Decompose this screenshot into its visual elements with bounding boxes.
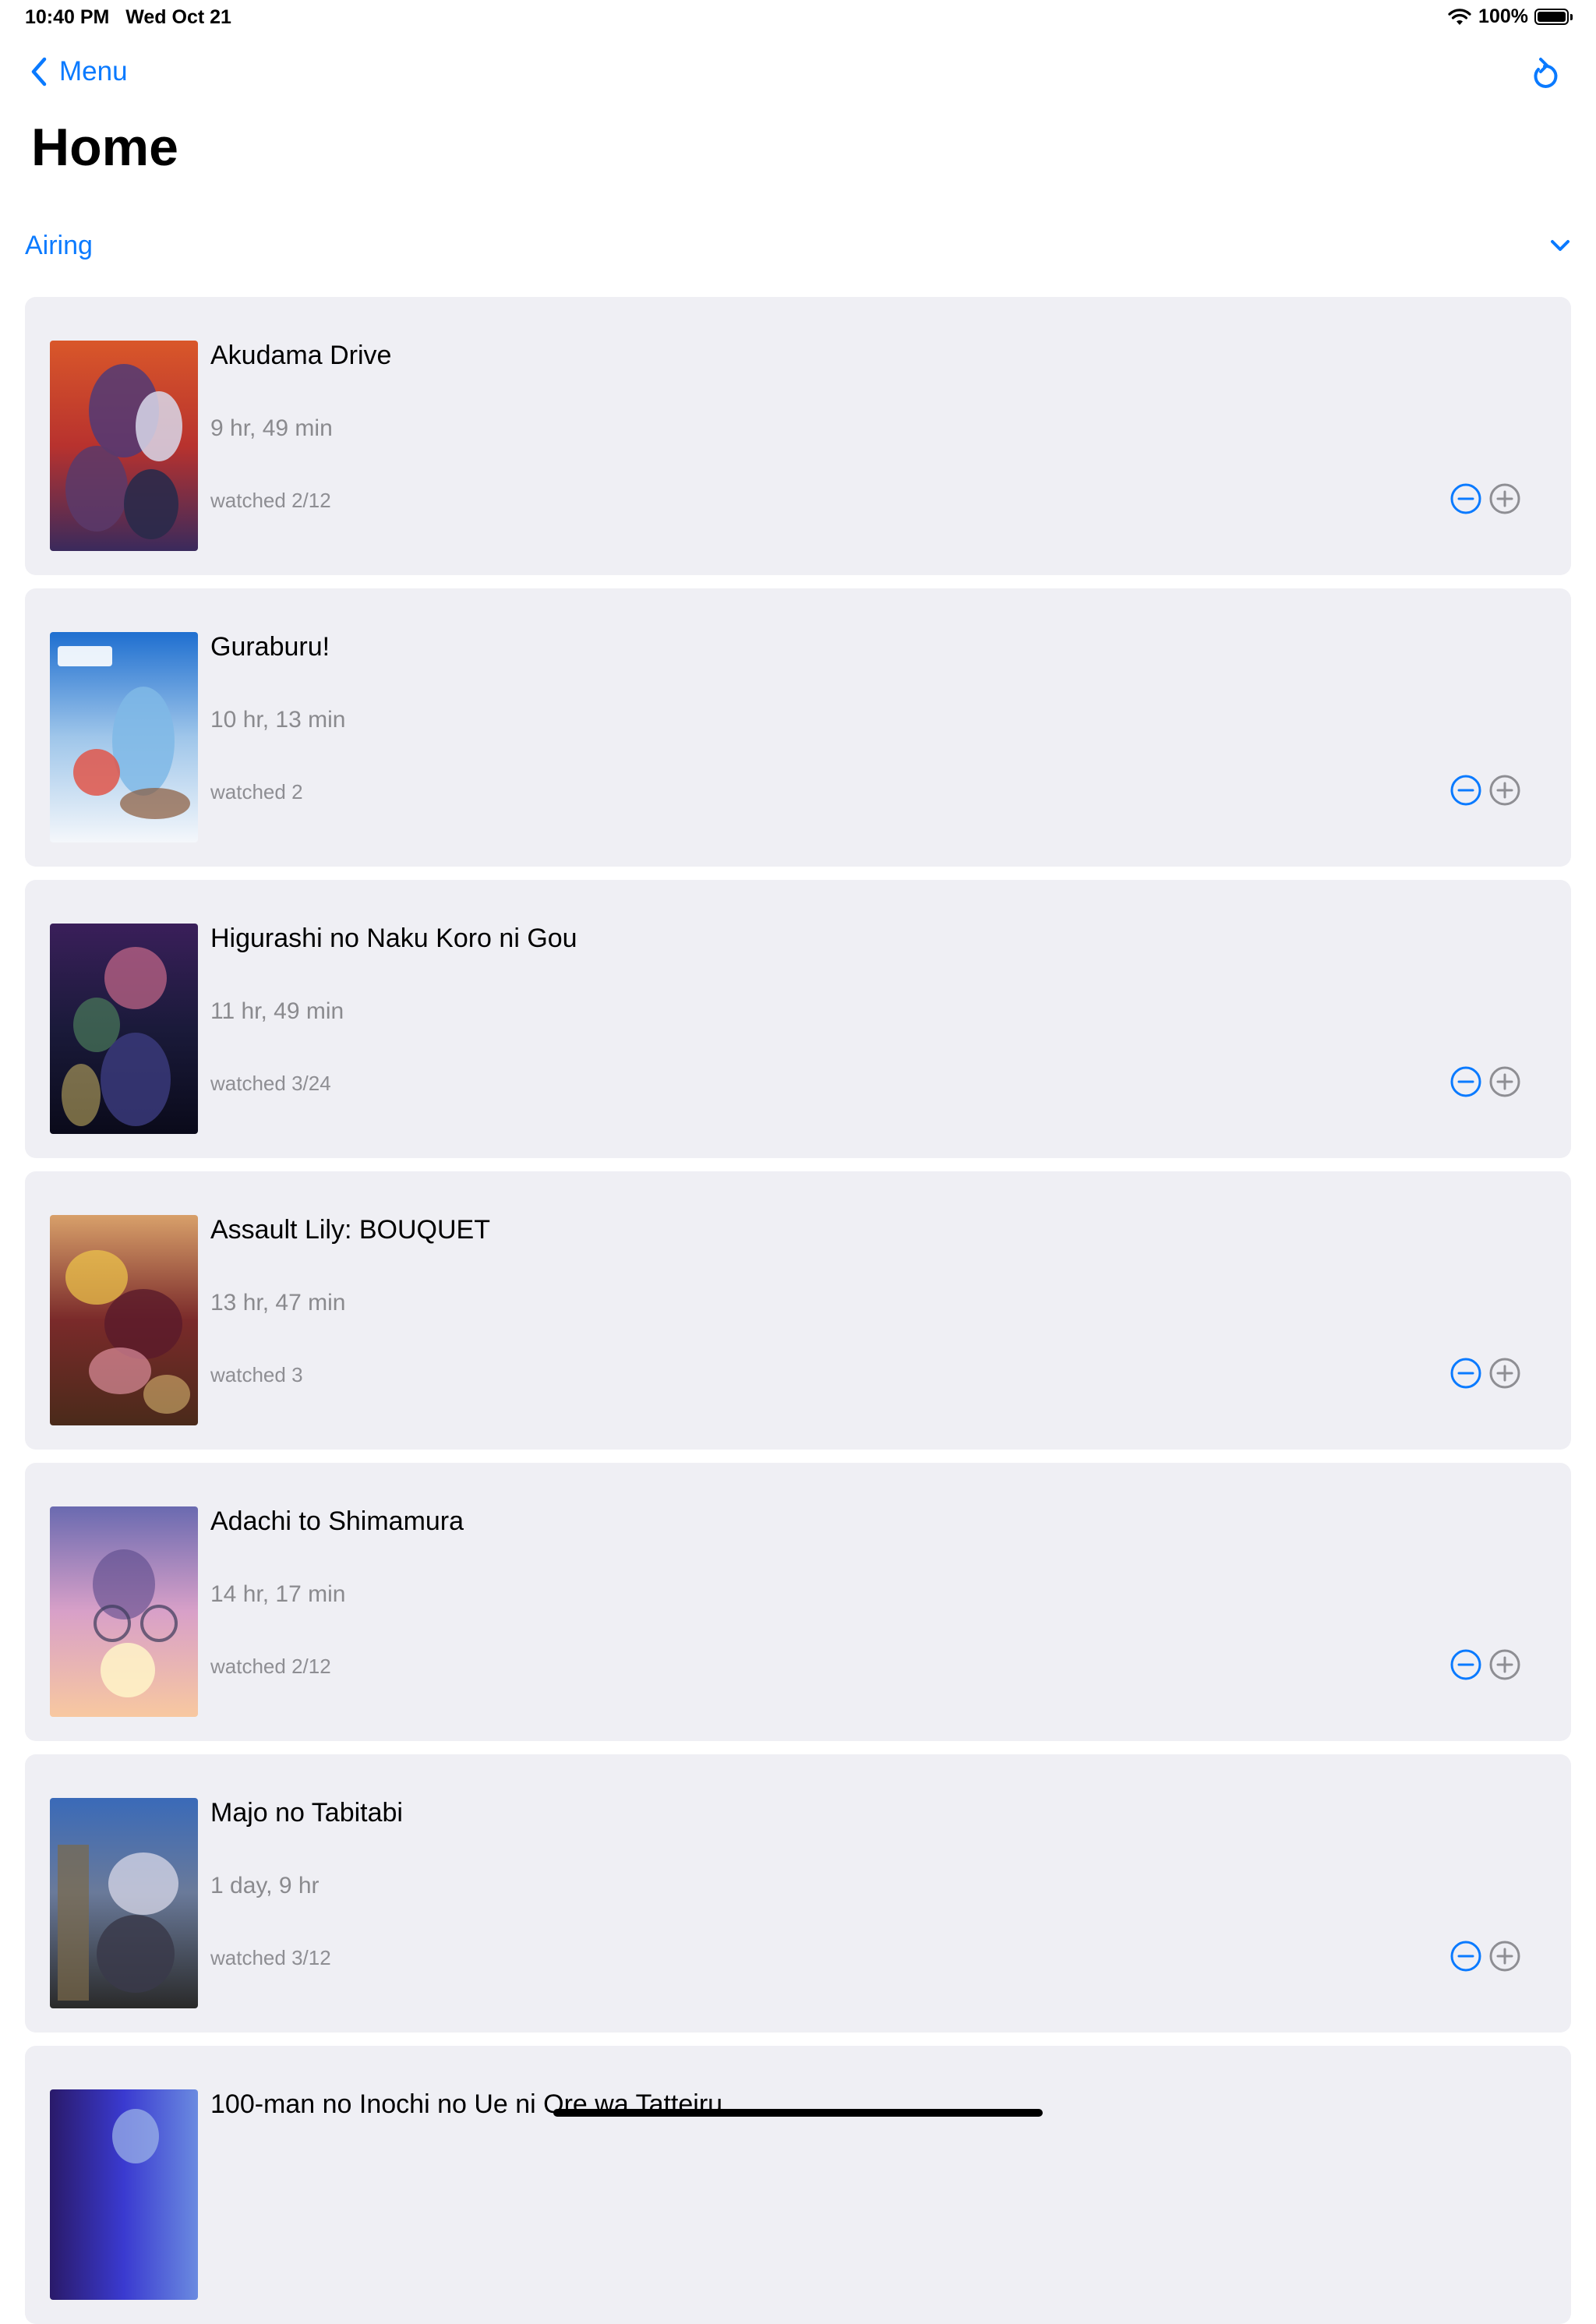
show-card[interactable]: Guraburu! 10 hr, 13 min watched 2 — [25, 588, 1571, 867]
show-time-left: 13 hr, 47 min — [210, 1290, 346, 1316]
show-time-left: 14 hr, 17 min — [210, 1581, 346, 1607]
chevron-left-icon — [31, 57, 47, 87]
show-poster — [50, 1506, 198, 1717]
status-bar: 10:40 PM Wed Oct 21 100% — [0, 0, 1596, 37]
battery-icon — [1534, 9, 1569, 25]
plus-circle-icon[interactable] — [1488, 1940, 1521, 1973]
section-label: Airing — [25, 230, 93, 260]
minus-circle-icon[interactable] — [1449, 1357, 1482, 1390]
show-title: Guraburu! — [210, 632, 330, 662]
show-watched: watched 2/12 — [210, 1655, 331, 1678]
battery-percent: 100% — [1478, 5, 1528, 27]
show-title: Assault Lily: BOUQUET — [210, 1215, 490, 1245]
show-title: Akudama Drive — [210, 341, 392, 370]
plus-circle-icon[interactable] — [1488, 482, 1521, 515]
show-poster — [50, 1798, 198, 2008]
show-watched: watched 2 — [210, 780, 303, 804]
show-card[interactable]: Adachi to Shimamura 14 hr, 17 min watche… — [25, 1463, 1571, 1741]
plus-circle-icon[interactable] — [1488, 1648, 1521, 1681]
episode-stepper — [1449, 1357, 1521, 1390]
episode-stepper — [1449, 1065, 1521, 1098]
status-time: 10:40 PM Wed Oct 21 — [25, 6, 231, 29]
show-time-left: 11 hr, 49 min — [210, 998, 344, 1024]
episode-stepper — [1449, 482, 1521, 515]
show-card[interactable]: Higurashi no Naku Koro ni Gou 11 hr, 49 … — [25, 880, 1571, 1158]
show-poster — [50, 2089, 198, 2300]
minus-circle-icon[interactable] — [1449, 1648, 1482, 1681]
minus-circle-icon[interactable] — [1449, 1940, 1482, 1973]
status-date: Wed Oct 21 — [125, 6, 231, 28]
show-poster — [50, 1215, 198, 1425]
minus-circle-icon[interactable] — [1449, 482, 1482, 515]
show-card[interactable]: Assault Lily: BOUQUET 13 hr, 47 min watc… — [25, 1171, 1571, 1450]
wifi-icon — [1448, 8, 1471, 25]
show-watched: watched 3/12 — [210, 1946, 331, 1969]
episode-stepper — [1449, 1648, 1521, 1681]
show-title: Majo no Tabitabi — [210, 1798, 403, 1828]
show-time-left: 1 day, 9 hr — [210, 1873, 320, 1898]
episode-stepper — [1449, 774, 1521, 807]
home-indicator[interactable] — [553, 2109, 1043, 2117]
refresh-icon — [1534, 58, 1558, 88]
plus-circle-icon[interactable] — [1488, 1065, 1521, 1098]
show-poster — [50, 632, 198, 842]
episode-stepper — [1449, 1940, 1521, 1973]
battery-fill — [1538, 12, 1566, 22]
show-card[interactable]: Majo no Tabitabi 1 day, 9 hr watched 3/1… — [25, 1754, 1571, 2033]
back-button[interactable]: Menu — [30, 56, 128, 87]
minus-circle-icon[interactable] — [1449, 774, 1482, 807]
page-title: Home — [31, 118, 178, 177]
plus-circle-icon[interactable] — [1488, 774, 1521, 807]
show-title: Adachi to Shimamura — [210, 1506, 464, 1536]
plus-circle-icon[interactable] — [1488, 1357, 1521, 1390]
chevron-down-icon — [1551, 240, 1570, 251]
show-watched: watched 3/24 — [210, 1072, 331, 1095]
show-watched: watched 3 — [210, 1363, 303, 1386]
show-card[interactable]: Akudama Drive 9 hr, 49 min watched 2/12 — [25, 297, 1571, 575]
show-watched: watched 2/12 — [210, 489, 331, 512]
show-time-left: 9 hr, 49 min — [210, 415, 333, 441]
section-header-airing[interactable]: Airing — [25, 226, 1573, 265]
status-clock: 10:40 PM — [25, 6, 110, 28]
show-card[interactable]: 100-man no Inochi no Ue ni Ore wa Tattei… — [25, 2046, 1571, 2324]
battery-tip — [1570, 13, 1573, 20]
show-poster — [50, 341, 198, 551]
show-title: Higurashi no Naku Koro ni Gou — [210, 924, 577, 953]
status-indicators: 100% — [1447, 5, 1573, 28]
minus-circle-icon[interactable] — [1449, 1065, 1482, 1098]
show-poster — [50, 924, 198, 1134]
back-button-label: Menu — [59, 56, 128, 87]
show-time-left: 10 hr, 13 min — [210, 707, 346, 733]
refresh-button[interactable] — [1526, 56, 1563, 94]
